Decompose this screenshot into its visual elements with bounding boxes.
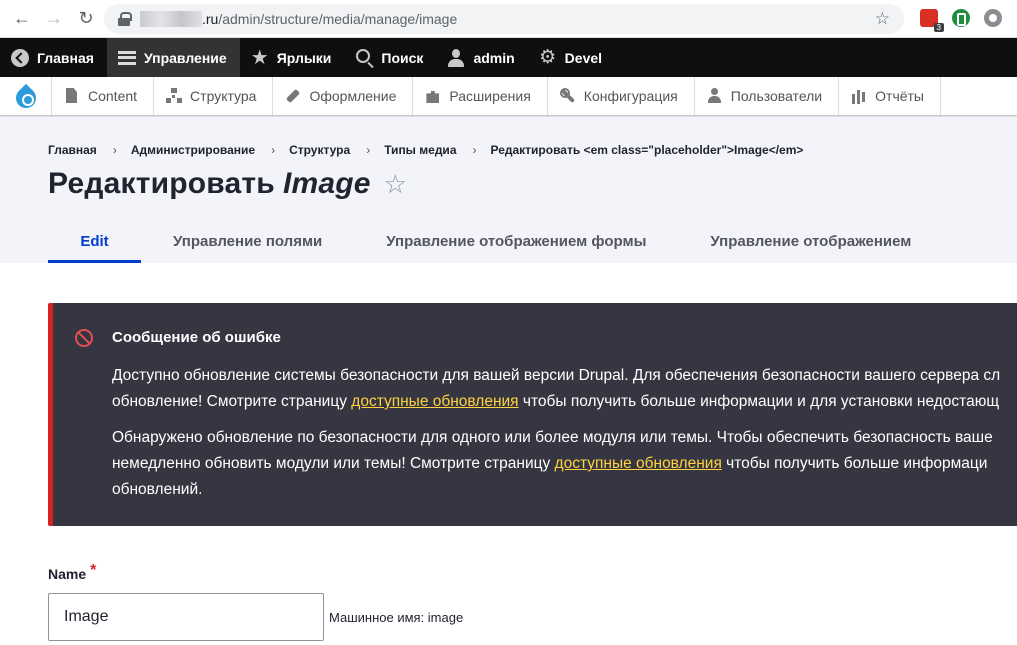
- puzzle-icon: [425, 88, 441, 104]
- toolbar-item-label: Управление: [143, 49, 227, 66]
- error-text: чтобы получить больше информации и для у…: [518, 393, 1000, 410]
- url-domain-suffix: .ru: [202, 11, 219, 27]
- available-updates-link[interactable]: доступные обновления: [555, 455, 722, 472]
- tray-item-people[interactable]: Пользователи: [695, 77, 840, 115]
- toolbar-item-label: Devel: [564, 49, 603, 66]
- redacted-domain: [140, 11, 202, 27]
- back-arrow-icon[interactable]: ←: [8, 5, 36, 33]
- tray-item-structure[interactable]: Структура: [154, 77, 274, 115]
- tray-item-extend[interactable]: Расширения: [413, 77, 548, 115]
- page-header: Главная › Администрирование › Структура …: [0, 117, 1017, 263]
- reload-icon[interactable]: ↻: [72, 5, 100, 33]
- extension-mail-icon[interactable]: 3: [920, 9, 944, 32]
- toolbar-item-search[interactable]: Поиск: [344, 38, 436, 77]
- tab-manage-display[interactable]: Управление отображением: [710, 221, 911, 263]
- toolbar-item-label: Главная: [37, 49, 94, 66]
- error-text: чтобы получить больше информаци: [721, 455, 988, 472]
- tray-item-label: Отчёты: [875, 88, 924, 104]
- star-icon: ★: [250, 46, 269, 69]
- error-paragraph: Доступно обновление системы безопасности…: [112, 363, 1017, 415]
- available-updates-link[interactable]: доступные обновления: [351, 393, 518, 410]
- tray-item-label: Оформление: [309, 88, 397, 104]
- url-path: /admin/structure/media/manage/image: [218, 11, 458, 27]
- search-icon: [354, 48, 374, 68]
- tray-item-label: Пользователи: [730, 88, 823, 104]
- menu-icon: [117, 48, 137, 68]
- forward-arrow-icon[interactable]: →: [40, 5, 68, 33]
- back-circle-icon: [10, 48, 30, 68]
- name-input-row: Машинное имя: image: [48, 593, 463, 641]
- person-icon: [707, 88, 723, 104]
- error-text: Доступно обновление системы безопасности…: [112, 367, 1001, 384]
- tray-item-configuration[interactable]: Конфигурация: [548, 77, 695, 115]
- name-input[interactable]: [48, 593, 324, 641]
- breadcrumb-structure[interactable]: Структура: [289, 143, 350, 157]
- tab-manage-fields[interactable]: Управление полями: [173, 221, 322, 263]
- tray-item-label: Конфигурация: [583, 88, 678, 104]
- admin-tray: Content Структура Оформление Расширения …: [0, 77, 1017, 116]
- page-title-em: Image: [282, 167, 371, 200]
- tray-item-label: Расширения: [449, 88, 531, 104]
- error-text: обновление! Смотрите страницу: [112, 393, 352, 410]
- gear-icon: ⚙: [539, 47, 557, 68]
- required-marker: *: [90, 562, 97, 579]
- shortcut-star-icon[interactable]: ☆: [384, 169, 408, 200]
- breadcrumb-separator: ›: [271, 143, 276, 157]
- breadcrumb-separator: ›: [112, 143, 117, 157]
- name-label-text: Name: [48, 566, 87, 582]
- error-paragraph: Обнаружено обновление по безопасности дл…: [112, 425, 1017, 503]
- extension-badge: 3: [933, 23, 944, 32]
- toolbar-item-shortcuts[interactable]: ★ Ярлыки: [240, 38, 345, 77]
- sitemap-icon: [166, 88, 182, 104]
- extension-green-icon[interactable]: [952, 9, 970, 27]
- drupal-logo-icon[interactable]: [0, 77, 52, 115]
- page-title: Редактировать Image ☆: [48, 167, 407, 201]
- tab-manage-form-display[interactable]: Управление отображением формы: [386, 221, 646, 263]
- tray-item-label: Структура: [190, 88, 257, 104]
- toolbar-item-label: Ярлыки: [276, 49, 332, 66]
- extension-gear-icon[interactable]: [984, 9, 1002, 27]
- breadcrumb-media-types[interactable]: Типы медиа: [384, 143, 456, 157]
- breadcrumb-home[interactable]: Главная: [48, 143, 97, 157]
- toolbar-item-manage[interactable]: Управление: [106, 38, 240, 77]
- error-icon: [75, 329, 93, 347]
- user-icon: [446, 48, 466, 68]
- toolbar-item-label: admin: [473, 49, 515, 66]
- error-text: обновлений.: [112, 481, 203, 498]
- breadcrumb-admin[interactable]: Администрирование: [131, 143, 255, 157]
- browser-chrome: ← → ↻ .ru/admin/structure/media/manage/i…: [0, 0, 1017, 38]
- breadcrumb-separator: ›: [366, 143, 371, 157]
- lock-icon: [118, 12, 132, 26]
- tray-item-reports[interactable]: Отчёты: [839, 77, 941, 115]
- bar-chart-icon: [851, 88, 867, 104]
- tray-item-label: Content: [88, 88, 138, 104]
- tray-item-content[interactable]: Content: [52, 77, 155, 115]
- error-message-body: Доступно обновление системы безопасности…: [112, 363, 1017, 513]
- machine-name: Машинное имя: image: [329, 610, 464, 625]
- toolbar-item-devel[interactable]: ⚙ Devel: [528, 38, 615, 77]
- error-message-title: Сообщение об ошибке: [112, 329, 281, 346]
- address-bar[interactable]: .ru/admin/structure/media/manage/image ☆: [104, 4, 904, 34]
- breadcrumb-separator: ›: [472, 143, 477, 157]
- name-form-item: Name* Машинное имя: image: [48, 562, 463, 641]
- toolbar-item-label: Поиск: [381, 49, 424, 66]
- brush-icon: [285, 88, 301, 104]
- admin-toolbar: Главная Управление ★ Ярлыки Поиск admin …: [0, 38, 1017, 77]
- wrench-icon: [559, 88, 576, 104]
- error-text: Обнаружено обновление по безопасности дл…: [112, 429, 993, 446]
- breadcrumb-current[interactable]: Редактировать <em class="placeholder">Im…: [491, 143, 804, 157]
- toolbar-item-user[interactable]: admin: [436, 38, 527, 77]
- name-label: Name *: [48, 562, 463, 583]
- tray-item-appearance[interactable]: Оформление: [273, 77, 414, 115]
- breadcrumb: Главная › Администрирование › Структура …: [48, 143, 803, 157]
- error-text: немедленно обновить модули или темы! Смо…: [112, 455, 555, 472]
- primary-tabs: Edit Управление полями Управление отобра…: [48, 221, 911, 263]
- bookmark-star-icon[interactable]: ☆: [875, 9, 890, 29]
- toolbar-item-home[interactable]: Главная: [0, 38, 107, 77]
- error-message: Сообщение об ошибке Доступно обновление …: [48, 303, 1017, 526]
- tab-edit[interactable]: Edit: [48, 221, 141, 263]
- document-icon: [64, 88, 80, 104]
- page-title-prefix: Редактировать: [48, 167, 275, 200]
